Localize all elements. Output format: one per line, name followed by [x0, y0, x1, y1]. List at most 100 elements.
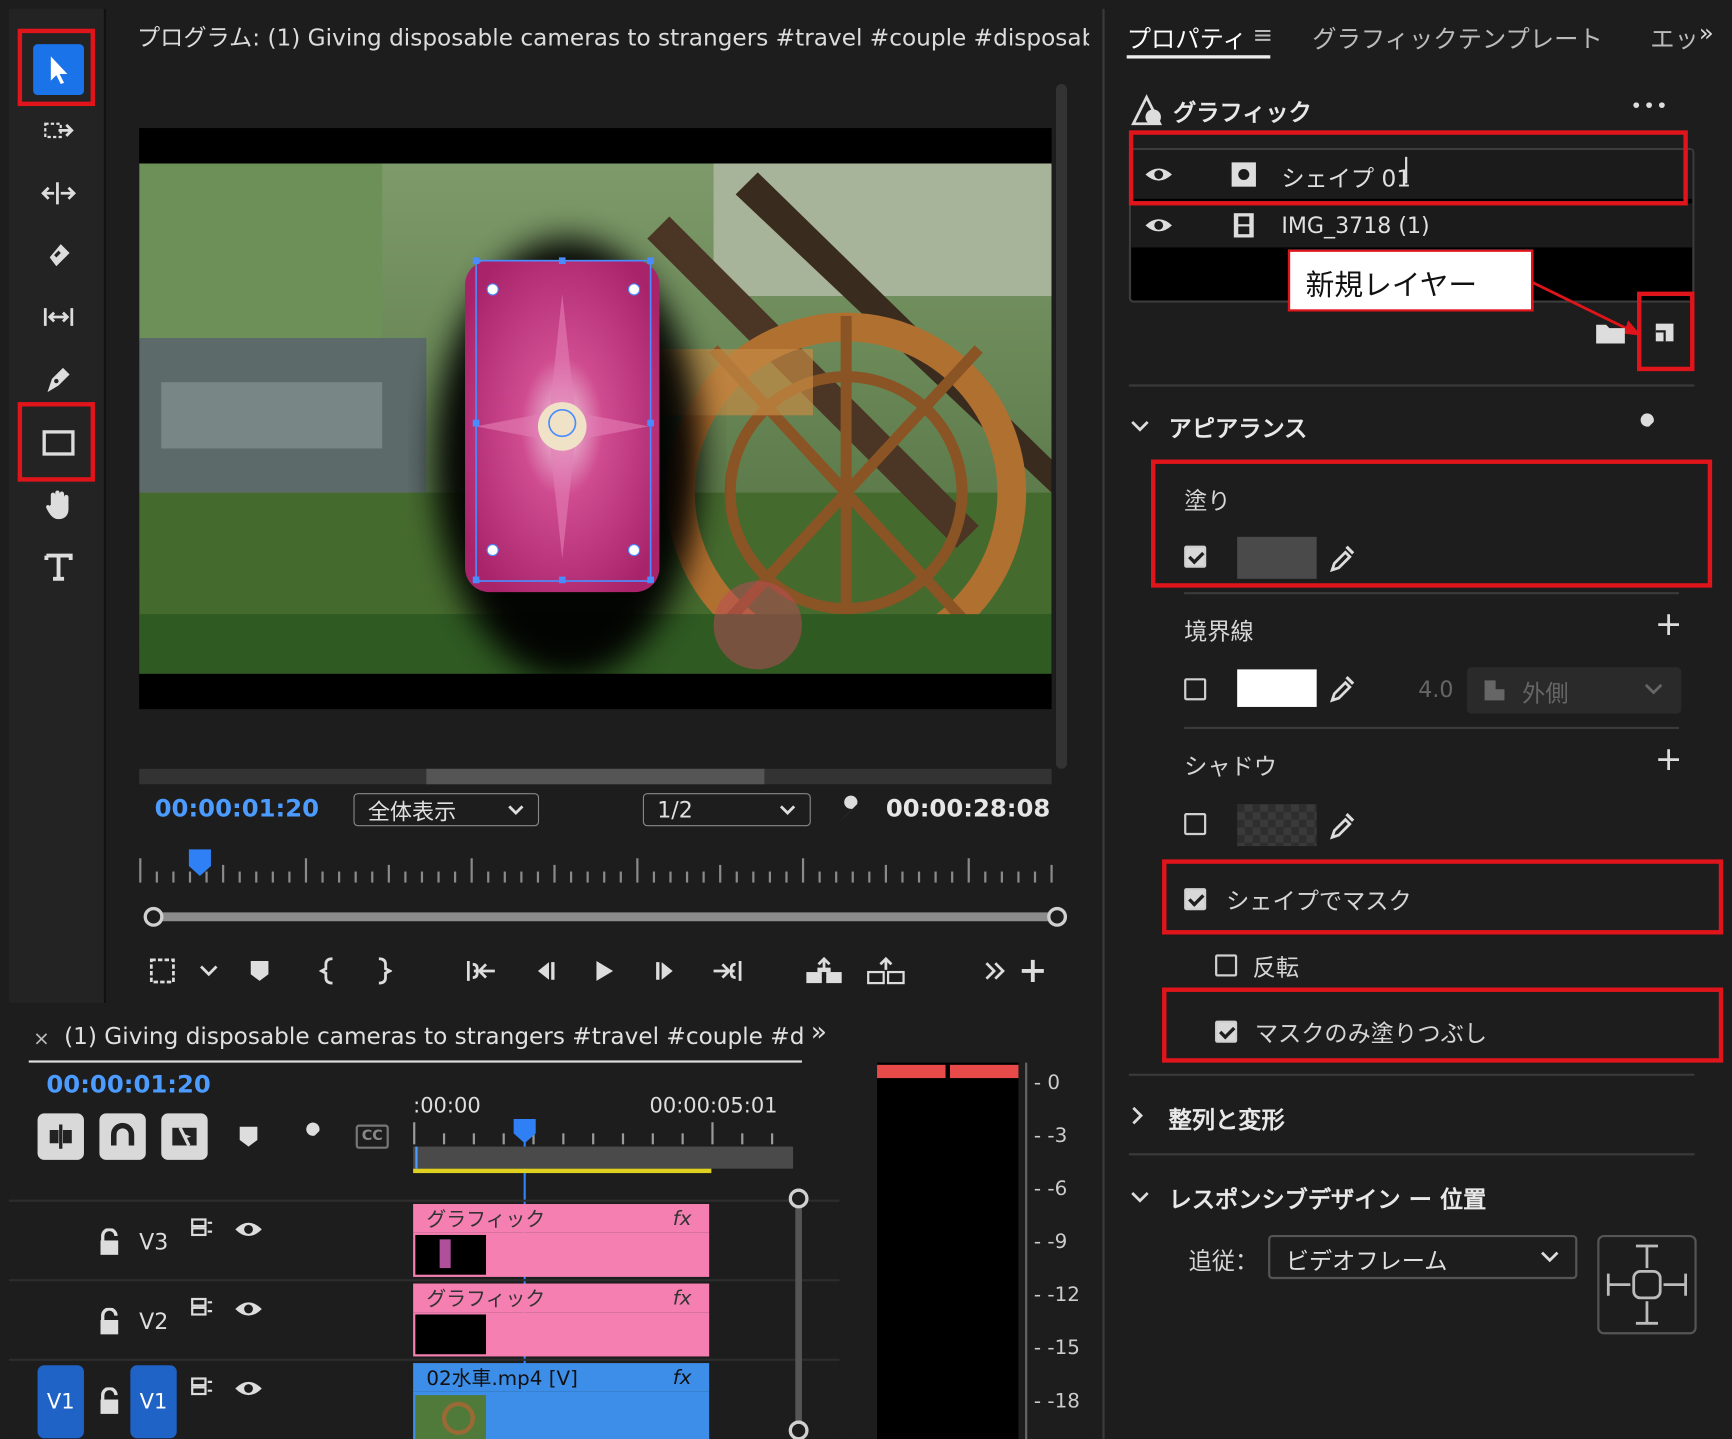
scroll-handle-left[interactable] [143, 906, 164, 927]
captions-button[interactable]: CC [355, 1124, 389, 1149]
tabs-overflow-icon[interactable]: » [1699, 20, 1714, 48]
eye-icon[interactable] [234, 1219, 263, 1239]
track-name[interactable]: V3 [139, 1228, 168, 1255]
stroke-width-value[interactable]: 4.0 [1418, 676, 1453, 703]
lock-icon[interactable] [97, 1228, 121, 1257]
lift-button[interactable] [802, 954, 846, 987]
button-editor-button[interactable] [1016, 954, 1049, 987]
chevron-right-icon[interactable] [1129, 1105, 1147, 1127]
eye-icon[interactable] [234, 1379, 263, 1399]
scroll-handle-right[interactable] [1047, 906, 1068, 927]
track-name[interactable]: V2 [139, 1308, 168, 1335]
mark-in-button[interactable] [311, 954, 344, 987]
go-to-in-button[interactable] [464, 954, 497, 987]
tab-properties[interactable]: プロパティ [1127, 20, 1247, 55]
add-marker-icon[interactable] [236, 1124, 260, 1148]
horizontal-scrollbar[interactable] [139, 768, 1052, 785]
wrench-icon[interactable] [1630, 411, 1661, 442]
playhead-icon[interactable] [188, 848, 212, 877]
shadow-checkbox[interactable] [1184, 812, 1207, 836]
stroke-position-dropdown[interactable]: 外側 [1466, 667, 1682, 714]
hand-tool[interactable] [33, 479, 84, 530]
graphic-clip-v2[interactable]: グラフィック fx [413, 1283, 710, 1359]
zoom-dropdown[interactable]: 全体表示 [353, 793, 540, 827]
sync-lock-icon[interactable] [190, 1297, 214, 1317]
settings-dropdown-button[interactable] [192, 954, 225, 987]
wrench-icon[interactable] [833, 793, 866, 826]
timeline-vertical-scrollbar[interactable] [795, 1188, 802, 1439]
add-stroke-icon[interactable]: + [1655, 605, 1683, 644]
extract-button[interactable] [864, 954, 908, 987]
sync-lock-icon[interactable] [190, 1217, 214, 1237]
time-ruler[interactable] [139, 854, 1060, 883]
ripple-edit-tool[interactable] [33, 168, 84, 219]
more-options-icon[interactable]: ••• [1630, 95, 1669, 118]
lock-icon[interactable] [97, 1387, 121, 1416]
mask-with-shape-checkbox[interactable] [1184, 888, 1207, 911]
shadow-color-swatch[interactable] [1237, 804, 1317, 847]
layer-name[interactable]: シェイプ 01 [1281, 161, 1411, 194]
chevron-down-icon[interactable] [1129, 1189, 1151, 1207]
step-forward-button[interactable] [650, 954, 683, 987]
timeline-playhead-icon[interactable] [513, 1118, 537, 1145]
resolution-dropdown[interactable]: 1/2 [642, 793, 811, 827]
stroke-color-swatch[interactable] [1237, 669, 1317, 707]
eyedropper-icon[interactable] [1328, 674, 1357, 703]
fill-mask-only-checkbox[interactable] [1215, 1020, 1238, 1043]
razor-tool[interactable] [33, 230, 84, 281]
video-clip-v1[interactable]: 02水車.mp4 [V] fx [413, 1363, 710, 1439]
zoom-scrollbar[interactable] [152, 912, 1056, 922]
invert-checkbox[interactable] [1215, 954, 1238, 977]
play-button[interactable] [588, 954, 621, 987]
source-patch-v1[interactable]: V1 [37, 1365, 84, 1439]
layer-row-shape[interactable]: シェイプ 01 [1131, 150, 1693, 199]
slip-tool[interactable] [33, 292, 84, 343]
type-tool[interactable] [33, 541, 84, 592]
align-transform-section-title[interactable]: 整列と変形 [1169, 1102, 1285, 1135]
step-back-button[interactable] [528, 954, 561, 987]
responsive-design-section-title[interactable]: レスポンシブデザイン ー 位置 [1169, 1182, 1487, 1215]
eye-icon[interactable] [1144, 217, 1173, 235]
lock-icon[interactable] [97, 1307, 121, 1337]
eye-icon[interactable] [234, 1299, 263, 1319]
pin-to-widget[interactable] [1597, 1234, 1697, 1335]
layer-row-image[interactable]: IMG_3718 (1) [1131, 203, 1693, 248]
tab-effects[interactable]: エッ [1650, 20, 1694, 55]
timeline-timecode[interactable]: 00:00:01:20 [46, 1071, 210, 1099]
sync-lock-icon[interactable] [190, 1376, 214, 1396]
eyedropper-icon[interactable] [1328, 543, 1357, 573]
tab-menu-icon[interactable]: ≡ [1253, 22, 1273, 50]
eye-icon[interactable] [1144, 166, 1173, 184]
chevron-down-icon[interactable] [1129, 418, 1151, 436]
work-area-bar[interactable] [413, 1146, 794, 1169]
fill-checkbox[interactable] [1184, 545, 1207, 568]
stroke-checkbox[interactable] [1184, 678, 1207, 701]
mask-with-shape-label[interactable]: シェイプでマスク [1226, 884, 1412, 917]
video-preview[interactable] [139, 128, 1052, 710]
current-timecode[interactable]: 00:00:01:20 [155, 795, 319, 823]
tab-graphic-templates[interactable]: グラフィックテンプレート [1312, 20, 1602, 55]
track-target-v1[interactable]: V1 [130, 1365, 177, 1439]
safe-margins-button[interactable] [146, 954, 179, 987]
selection-tool[interactable] [33, 44, 84, 95]
scrollbar-thumb[interactable] [426, 768, 765, 785]
graphic-clip-v3[interactable]: グラフィック fx [413, 1204, 710, 1279]
rectangle-tool[interactable] [33, 418, 84, 469]
fill-mask-only-label[interactable]: マスクのみ塗りつぶし [1255, 1016, 1487, 1049]
pen-tool[interactable] [33, 353, 84, 404]
folder-icon[interactable] [1595, 320, 1626, 344]
mark-out-button[interactable] [367, 954, 400, 987]
follow-dropdown[interactable]: ビデオフレーム [1268, 1234, 1578, 1280]
add-marker-button[interactable] [243, 954, 276, 987]
add-shadow-icon[interactable]: + [1655, 740, 1683, 779]
fill-color-swatch[interactable] [1237, 536, 1317, 579]
layer-name[interactable]: IMG_3718 (1) [1281, 212, 1429, 239]
track-select-tool[interactable] [33, 106, 84, 157]
eyedropper-icon[interactable] [1328, 811, 1357, 840]
new-layer-icon[interactable] [1652, 320, 1676, 344]
close-tab-icon[interactable]: × [33, 1027, 50, 1050]
more-controls-button[interactable] [979, 954, 1012, 987]
linked-selection-button[interactable] [161, 1113, 208, 1160]
wrench-icon[interactable] [296, 1120, 327, 1151]
timeline-ruler[interactable] [413, 1122, 793, 1145]
